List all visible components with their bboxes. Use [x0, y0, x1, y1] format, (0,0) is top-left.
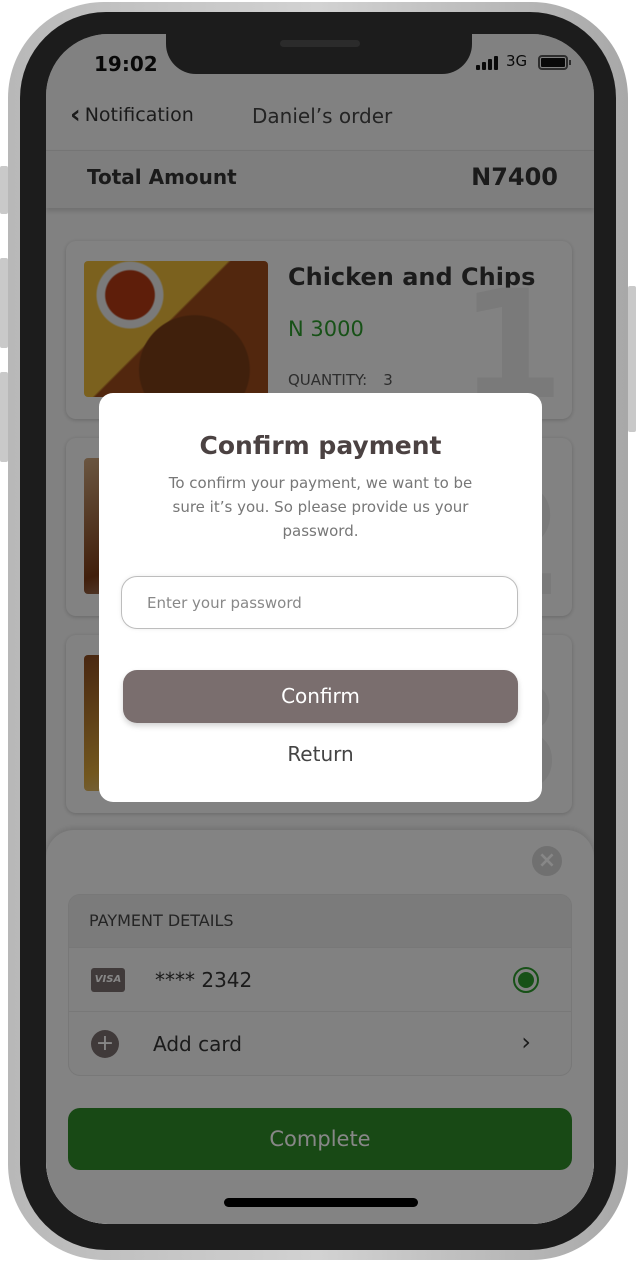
speaker-grille	[280, 40, 360, 47]
home-indicator	[224, 1198, 418, 1207]
dialog-title: Confirm payment	[199, 431, 442, 460]
dialog-description: To confirm your payment, we want to be s…	[168, 474, 473, 540]
volume-down-button	[0, 372, 8, 462]
power-button	[628, 286, 636, 432]
volume-up-button	[0, 258, 8, 348]
return-button[interactable]: Return	[99, 742, 542, 766]
confirm-payment-dialog: Confirm payment To confirm your payment,…	[99, 393, 542, 802]
password-input[interactable]	[121, 576, 518, 629]
mute-switch	[0, 166, 8, 214]
confirm-button[interactable]: Confirm	[123, 670, 518, 723]
